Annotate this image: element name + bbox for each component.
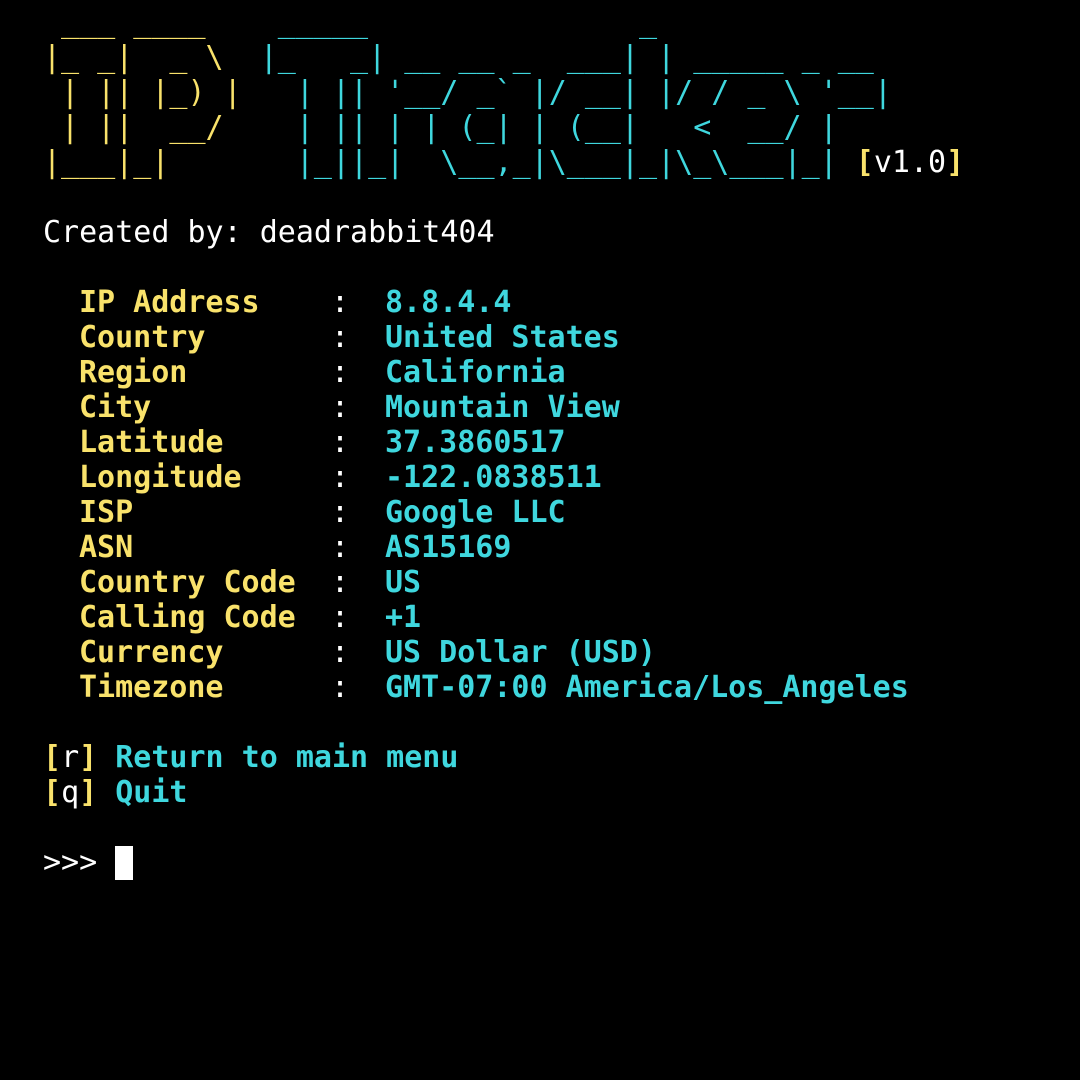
info-row-asn: ASN: AS15169 — [43, 530, 1073, 565]
info-value: California — [385, 355, 566, 390]
ip-info-list: IP Address:8.8.4.4 Country: United States… — [43, 285, 1073, 705]
info-value: GMT-07:00 America/Los_Angeles — [385, 670, 909, 705]
info-row-country: Country: United States — [43, 320, 1073, 355]
banner-tracker-art: | || '__/ _` |/ __| |/ / _ \ '__| — [241, 75, 892, 110]
banner-ip-art: | || |_) | — [43, 75, 242, 110]
menu-option-label: Quit — [115, 775, 188, 810]
info-row-latitude: Latitude:37.3860517 — [43, 425, 1073, 460]
info-value: +1 — [385, 600, 422, 635]
info-label: Calling Code — [79, 600, 296, 635]
prompt-symbol: >>> — [43, 845, 98, 880]
banner-ip-art: ___ ____ — [43, 5, 242, 40]
banner-line: |___|_| |_||_| \__,_|\___|_|\_\___|_| [v… — [43, 145, 1073, 180]
banner-line: |_ _| _ \ |_ _| __ __ _ ___| | _____ _ _… — [43, 40, 1073, 75]
menu-options: [r] Return to main menu [q] Quit — [43, 740, 1073, 810]
menu-option-key: r — [61, 740, 80, 775]
info-row-isp: ISP: Google LLC — [43, 495, 1073, 530]
info-row-country-code: Country Code: US — [43, 565, 1073, 600]
banner-line: | || |_) | | || '__/ _` |/ __| |/ / _ \ … — [43, 75, 1073, 110]
info-row-calling-code: Calling Code: +1 — [43, 600, 1073, 635]
text-cursor[interactable] — [115, 846, 134, 880]
info-row-currency: Currency: US Dollar (USD) — [43, 635, 1073, 670]
terminal-screen: ___ ____ _____ _ |_ _| _ \ |_ _| __ __ _… — [43, 5, 1073, 880]
info-separator: : — [331, 390, 350, 425]
info-row-timezone: Timezone: GMT-07:00 America/Los_Angeles — [43, 670, 1073, 705]
info-label: Country Code — [79, 565, 296, 600]
banner-tracker-art: |_||_| \__,_|\___|_|\_\___|_| — [241, 145, 856, 180]
banner-line: | || __/ | || | | (_| | (__| < __/ | — [43, 110, 1073, 145]
info-value: Mountain View — [385, 390, 620, 425]
info-row-longitude: Longitude: -122.0838511 — [43, 460, 1073, 495]
info-separator: : — [331, 355, 350, 390]
info-label: IP Address — [79, 285, 260, 320]
menu-option-quit[interactable]: [q] Quit — [43, 775, 1073, 810]
info-label: City — [79, 390, 152, 425]
info-value: -122.0838511 — [385, 460, 602, 495]
info-label: ISP — [79, 495, 134, 530]
info-row-ip-address: IP Address:8.8.4.4 — [43, 285, 1073, 320]
version-bracket-open: [ — [855, 145, 874, 180]
info-separator: : — [331, 635, 350, 670]
ascii-banner: ___ ____ _____ _ |_ _| _ \ |_ _| __ __ _… — [43, 5, 1073, 180]
menu-option-return[interactable]: [r] Return to main menu — [43, 740, 1073, 775]
banner-tracker-art: |_ _| __ __ _ ___| | _____ _ __ — [241, 40, 892, 75]
info-row-city: City: Mountain View — [43, 390, 1073, 425]
info-value: 37.3860517 — [385, 425, 566, 460]
banner-ip-art: |___|_| — [43, 145, 242, 180]
info-value: US Dollar (USD) — [385, 635, 656, 670]
info-label: Country — [79, 320, 206, 355]
banner-tracker-art: _____ _ — [241, 5, 892, 40]
info-separator: : — [331, 600, 350, 635]
menu-option-label: Return to main menu — [115, 740, 459, 775]
info-value: US — [385, 565, 422, 600]
banner-line: ___ ____ _____ _ — [43, 5, 1073, 40]
info-label: Longitude — [79, 460, 242, 495]
info-separator: : — [331, 320, 350, 355]
info-label: Currency — [79, 635, 224, 670]
info-value: 8.8.4.4 — [385, 285, 512, 320]
info-separator: : — [331, 460, 350, 495]
credits-line: Created by: deadrabbit404 — [43, 215, 495, 250]
command-prompt-line[interactable]: >>> — [43, 845, 1073, 880]
info-separator: : — [331, 285, 350, 320]
info-value: AS15169 — [385, 530, 512, 565]
info-separator: : — [331, 425, 350, 460]
info-row-region: Region: California — [43, 355, 1073, 390]
info-label: Timezone — [79, 670, 224, 705]
info-separator: : — [331, 530, 350, 565]
version-bracket-close: ] — [946, 145, 965, 180]
banner-ip-art: |_ _| _ \ — [43, 40, 242, 75]
info-label: ASN — [79, 530, 134, 565]
info-value: United States — [385, 320, 620, 355]
info-value: Google LLC — [385, 495, 566, 530]
info-label: Region — [79, 355, 188, 390]
banner-tracker-art: | || | | (_| | (__| < __/ | — [241, 110, 892, 145]
info-separator: : — [331, 670, 350, 705]
menu-option-key: q — [61, 775, 80, 810]
version-label: v1.0 — [873, 145, 947, 180]
info-label: Latitude — [79, 425, 224, 460]
info-separator: : — [331, 565, 350, 600]
info-separator: : — [331, 495, 350, 530]
banner-ip-art: | || __/ — [43, 110, 242, 145]
